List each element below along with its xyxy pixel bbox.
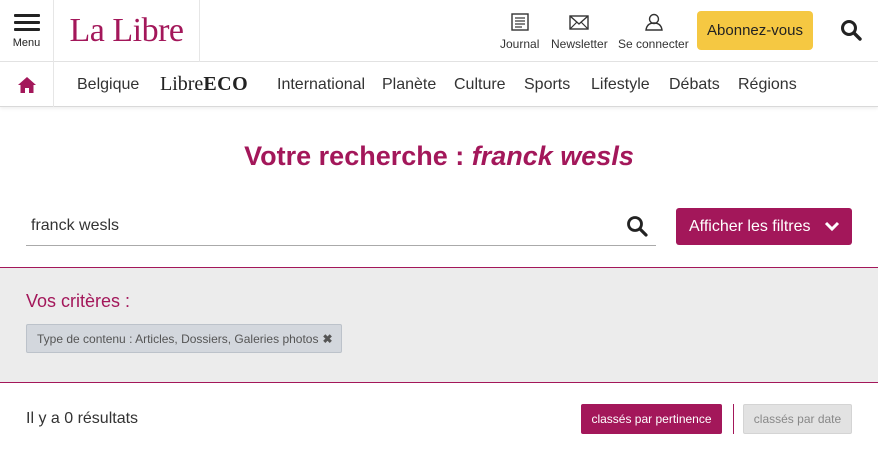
newsletter-label: Newsletter: [551, 37, 608, 51]
search-submit-icon[interactable]: [626, 215, 648, 237]
sort-date-button[interactable]: classés par date: [743, 404, 852, 434]
logo-text: La Libre: [69, 12, 185, 49]
search-field: [26, 208, 656, 246]
nav-item-belgique[interactable]: Belgique: [77, 62, 139, 107]
eco-prefix: Libre: [160, 73, 204, 95]
nav-item-libre-eco[interactable]: LibreECO: [160, 62, 248, 107]
search-icon[interactable]: [840, 19, 862, 41]
nav-item-sports[interactable]: Sports: [524, 62, 570, 107]
top-header: Menu La Libre Journal Newsletter Se conn…: [0, 0, 878, 62]
show-filters-button[interactable]: Afficher les filtres: [676, 208, 852, 245]
sort-divider: [733, 404, 734, 434]
user-icon: [645, 13, 664, 31]
title-prefix: Votre recherche :: [244, 141, 472, 171]
home-button[interactable]: [0, 62, 54, 107]
nav-item-regions[interactable]: Régions: [738, 62, 797, 107]
sort-relevance-button[interactable]: classés par pertinence: [581, 404, 722, 434]
eco-suffix: ECO: [203, 73, 249, 95]
nav-item-debats[interactable]: Débats: [669, 62, 720, 107]
close-icon[interactable]: ✖: [322, 332, 332, 346]
journal-link[interactable]: Journal: [500, 12, 539, 51]
criteria-chip[interactable]: Type de contenu : Articles, Dossiers, Ga…: [26, 324, 342, 353]
hamburger-icon: [13, 14, 40, 35]
page-title: Votre recherche : franck wesls: [0, 141, 878, 172]
newsletter-link[interactable]: Newsletter: [551, 12, 608, 51]
menu-button[interactable]: Menu: [0, 0, 54, 62]
results-count: Il y a 0 résultats: [26, 410, 139, 427]
search-input[interactable]: [26, 208, 616, 244]
menu-label: Menu: [12, 37, 41, 49]
nav-item-culture[interactable]: Culture: [454, 62, 506, 107]
criteria-panel: Vos critères : Type de contenu : Article…: [0, 267, 878, 383]
criteria-title: Vos critères :: [26, 291, 131, 311]
login-label: Se connecter: [618, 37, 689, 51]
main-nav: Belgique LibreECO International Planète …: [0, 62, 878, 107]
title-query: franck wesls: [471, 141, 634, 171]
nav-item-planete[interactable]: Planète: [382, 62, 436, 107]
show-filters-label: Afficher les filtres: [689, 217, 811, 235]
nav-item-international[interactable]: International: [277, 62, 365, 107]
nav-item-lifestyle[interactable]: Lifestyle: [591, 62, 650, 107]
criteria-chip-label: Type de contenu : Articles, Dossiers, Ga…: [37, 331, 319, 346]
home-icon: [17, 76, 36, 93]
journal-label: Journal: [500, 37, 540, 51]
site-logo[interactable]: La Libre: [54, 0, 200, 62]
login-link[interactable]: Se connecter: [618, 12, 689, 51]
subscribe-button[interactable]: Abonnez-vous: [697, 11, 813, 50]
envelope-icon: [569, 15, 590, 30]
newspaper-icon: [510, 13, 529, 31]
chevron-down-icon: [824, 221, 840, 232]
